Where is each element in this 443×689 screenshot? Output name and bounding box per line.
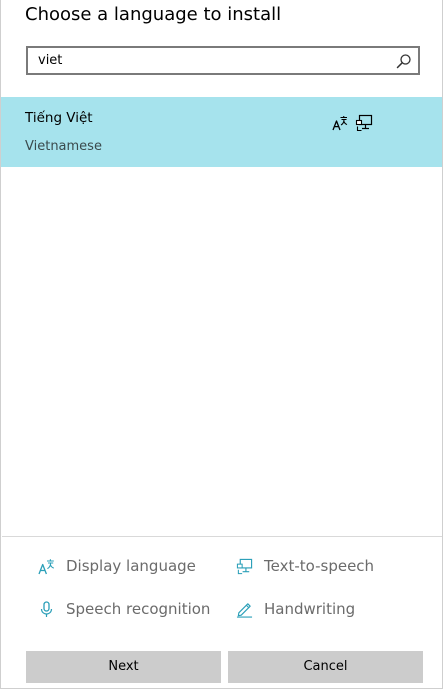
handwriting-icon	[236, 603, 253, 618]
language-english-name: Vietnamese	[25, 139, 102, 154]
dialog-title: Choose a language to install	[25, 4, 282, 25]
search-icon[interactable]	[396, 53, 412, 69]
legend-divider	[2, 536, 442, 537]
language-native-name: Tiếng Việt	[25, 110, 93, 126]
next-button[interactable]: Next	[26, 651, 221, 683]
legend-label: Display language	[66, 557, 196, 575]
legend-label: Handwriting	[264, 600, 356, 618]
display-language-icon	[332, 116, 348, 131]
legend-label: Speech recognition	[66, 600, 211, 618]
text-to-speech-icon	[236, 558, 253, 575]
search-box[interactable]	[26, 46, 420, 75]
cancel-button[interactable]: Cancel	[228, 651, 423, 683]
display-language-icon	[38, 559, 54, 575]
install-language-dialog: Choose a language to install Tiếng Việt …	[0, 0, 443, 689]
microphone-icon	[40, 601, 53, 617]
language-results-list: Tiếng Việt Vietnamese	[1, 97, 442, 535]
language-result-item[interactable]: Tiếng Việt Vietnamese	[1, 97, 442, 167]
search-input[interactable]	[28, 48, 388, 73]
text-to-speech-icon	[355, 114, 373, 132]
legend-label: Text-to-speech	[264, 557, 375, 575]
